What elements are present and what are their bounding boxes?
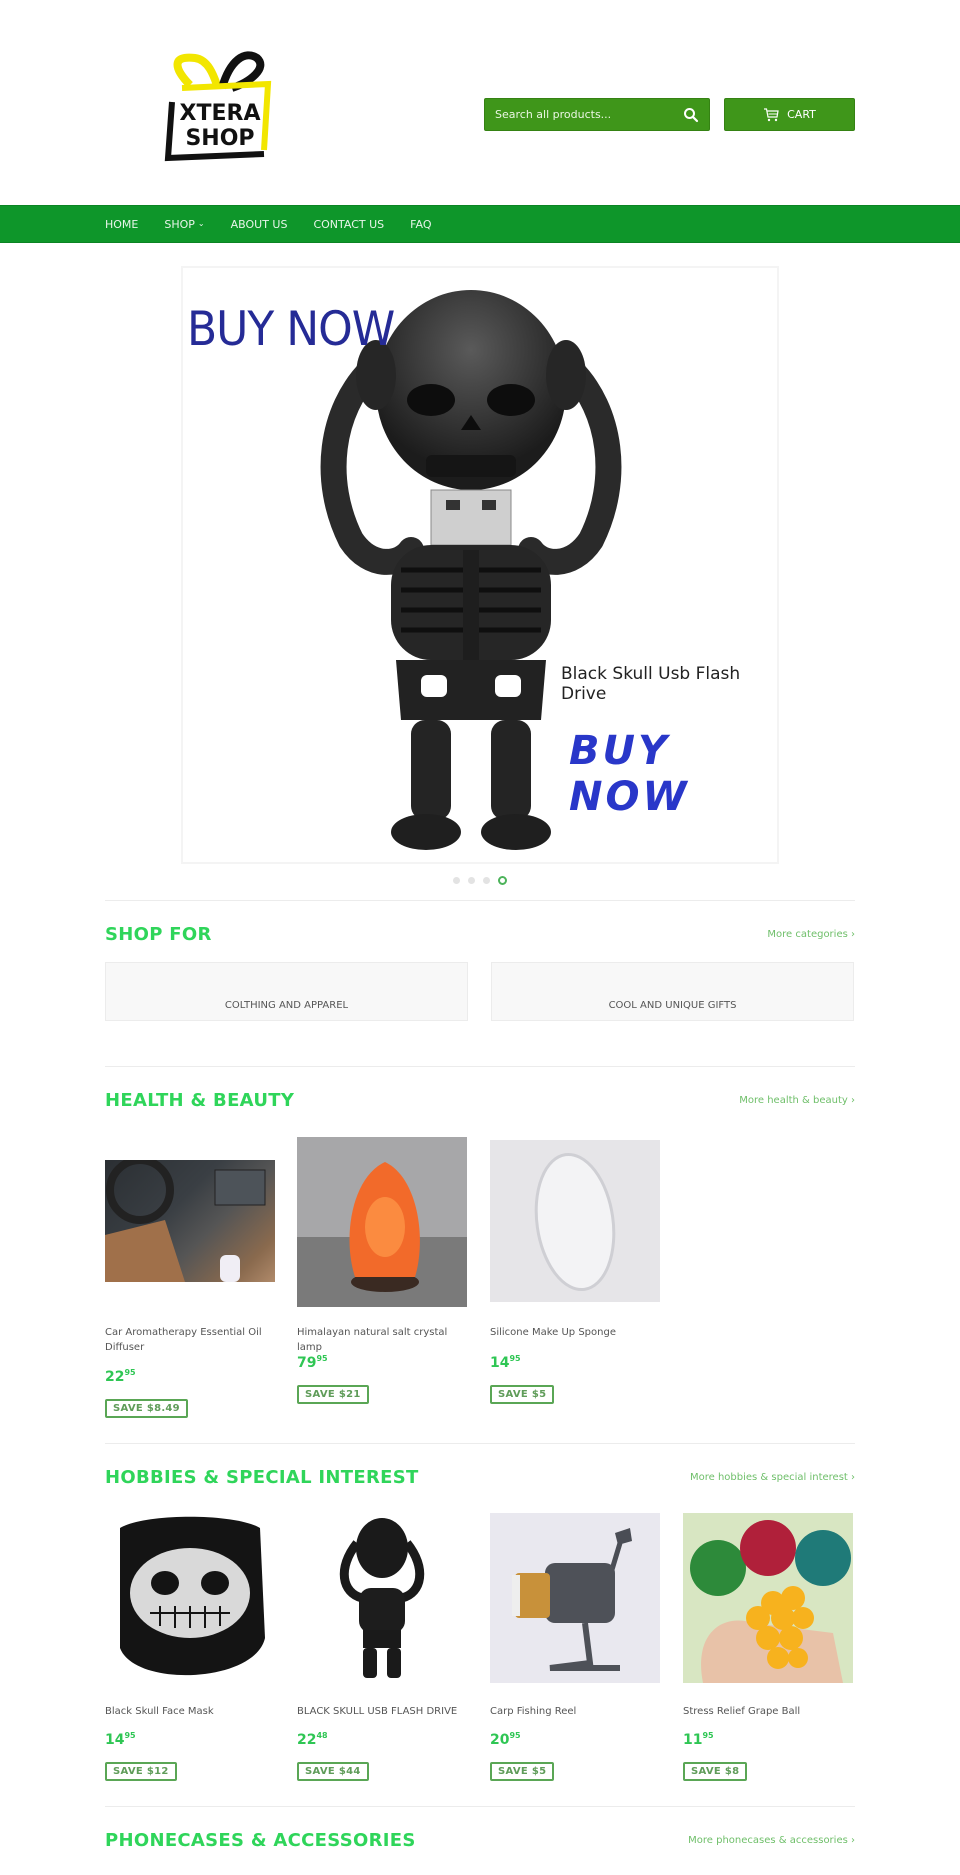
nav-label: CONTACT US	[313, 217, 385, 231]
slide-heading-top: BUY NOW	[187, 301, 395, 358]
site-header: XTERA SHOP CART	[0, 0, 960, 205]
nav-item-faq[interactable]: FAQ	[410, 218, 431, 231]
grape-ball-image	[683, 1513, 853, 1683]
more-hobbies-link[interactable]: More hobbies & special interest ›	[690, 1472, 855, 1483]
save-badge: SAVE $44	[297, 1762, 369, 1781]
collection-label: COOL AND UNIQUE GIFTS	[608, 1000, 737, 1011]
phonecases-title: PHONECASES & ACCESSORIES	[105, 1830, 416, 1851]
product-name: Silicone Make Up Sponge	[490, 1327, 616, 1338]
divider	[105, 1443, 855, 1444]
silicone-sponge-image	[490, 1140, 660, 1302]
product-price: 2095	[490, 1731, 521, 1748]
more-categories-link[interactable]: More categories ›	[767, 929, 855, 940]
nav-item-shop[interactable]: SHOP ⌄	[164, 218, 204, 231]
svg-text:SHOP: SHOP	[185, 126, 254, 151]
collection-cool-unique-gifts[interactable]: COOL AND UNIQUE GIFTS	[491, 962, 854, 1021]
product-price: 7995	[297, 1354, 328, 1371]
product-card[interactable]: BLACK SKULL USB FLASH DRIVE 2248 SAVE $4…	[297, 1508, 469, 1788]
divider	[105, 1066, 855, 1067]
product-name: Car Aromatherapy Essential Oil Diffuser	[105, 1327, 262, 1353]
product-price: 1495	[105, 1731, 136, 1748]
slide-caption: Black Skull Usb Flash Drive	[561, 664, 741, 704]
product-card[interactable]: Himalayan natural salt crystal lamp 7995…	[297, 1135, 469, 1425]
more-phonecases-link[interactable]: More phonecases & accessories ›	[688, 1835, 855, 1846]
product-card[interactable]: Carp Fishing Reel 2095 SAVE $5	[490, 1508, 662, 1788]
site-logo[interactable]: XTERA SHOP	[160, 50, 280, 165]
nav-label: SHOP	[164, 217, 195, 231]
save-badge: SAVE $8.49	[105, 1399, 188, 1418]
car-diffuser-image	[105, 1160, 275, 1282]
product-card[interactable]: Silicone Make Up Sponge 1495 SAVE $5	[490, 1135, 662, 1425]
product-card[interactable]: Black Skull Face Mask 1495 SAVE $12	[105, 1508, 277, 1788]
nav-item-contact-us[interactable]: CONTACT US	[313, 218, 384, 231]
collection-label: COLTHING AND APPAREL	[224, 1000, 349, 1011]
save-badge: SAVE $5	[490, 1762, 555, 1781]
fishing-reel-image	[490, 1513, 660, 1683]
slide-dot-1[interactable]	[453, 877, 460, 884]
save-badge: SAVE $21	[297, 1385, 369, 1404]
product-price: 2295	[105, 1368, 136, 1385]
slide-dot-4-active[interactable]	[498, 876, 507, 885]
gift-logo-icon: XTERA SHOP	[164, 51, 272, 162]
cart-button[interactable]: CART	[724, 98, 855, 131]
product-price: 2248	[297, 1731, 328, 1748]
nav-item-home[interactable]: HOME	[105, 218, 138, 231]
skull-mask-image	[105, 1508, 275, 1688]
cart-icon	[764, 107, 779, 121]
divider	[105, 1806, 855, 1807]
search-input[interactable]	[495, 108, 677, 121]
search-icon[interactable]	[683, 107, 699, 123]
product-name: Himalayan natural salt crystal lamp	[297, 1327, 448, 1353]
product-card[interactable]: Stress Relief Grape Ball 1195 SAVE $8	[683, 1508, 855, 1788]
product-name: Carp Fishing Reel	[490, 1706, 577, 1717]
salt-lamp-image	[297, 1137, 467, 1307]
slide-dot-3[interactable]	[483, 877, 490, 884]
cart-label: CART	[787, 108, 816, 121]
health-beauty-title: HEALTH & BEAUTY	[105, 1090, 295, 1111]
skull-usb-image	[297, 1508, 467, 1688]
product-price: 1195	[683, 1731, 714, 1748]
nav-label: HOME	[105, 217, 139, 231]
search-bar[interactable]	[484, 98, 710, 131]
hobbies-title: HOBBIES & SPECIAL INTEREST	[105, 1467, 419, 1488]
more-health-beauty-link[interactable]: More health & beauty ›	[739, 1095, 855, 1106]
main-nav: HOME SHOP ⌄ ABOUT US CONTACT US FAQ	[0, 205, 960, 243]
save-badge: SAVE $12	[105, 1762, 177, 1781]
nav-label: FAQ	[410, 217, 432, 231]
product-card[interactable]: Car Aromatherapy Essential Oil Diffuser …	[105, 1135, 277, 1425]
hero-slideshow[interactable]: BUY NOW Black Skull Usb Flash Drive BUY …	[181, 266, 779, 864]
nav-item-about-us[interactable]: ABOUT US	[231, 218, 288, 231]
collection-clothing-apparel[interactable]: COLTHING AND APPAREL	[105, 962, 468, 1021]
chevron-down-icon: ⌄	[197, 218, 205, 228]
product-name: Black Skull Face Mask	[105, 1706, 214, 1717]
shop-for-title: SHOP FOR	[105, 924, 212, 945]
product-name: Stress Relief Grape Ball	[683, 1706, 801, 1717]
product-price: 1495	[490, 1354, 521, 1371]
divider	[105, 900, 855, 901]
save-badge: SAVE $5	[490, 1385, 555, 1404]
product-name: BLACK SKULL USB FLASH DRIVE	[297, 1706, 458, 1717]
slide-dot-2[interactable]	[468, 877, 475, 884]
svg-text:XTERA: XTERA	[180, 101, 261, 126]
slide-heading-bottom[interactable]: BUY NOW	[569, 728, 777, 820]
nav-label: ABOUT US	[230, 217, 288, 231]
slideshow-pagination	[453, 876, 507, 885]
save-badge: SAVE $8	[683, 1762, 748, 1781]
